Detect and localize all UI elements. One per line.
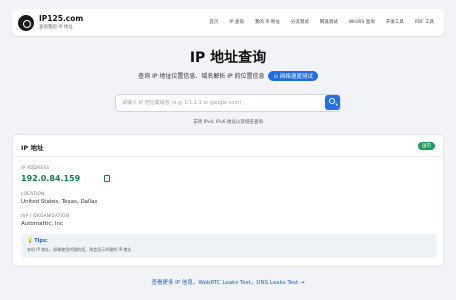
isp-label: ISP / ORGANIZATION <box>21 213 70 218</box>
brand-name[interactable]: IP125.com <box>39 14 83 23</box>
nav-my-ip[interactable]: 我的 IP 地址 <box>255 19 280 25</box>
ip-address-label: IP ADDRESS <box>21 165 50 170</box>
top-navbar: IP125.com 查询我的 IP 地址 首页 IP 查询 我的 IP 地址 分… <box>12 9 444 36</box>
search-box[interactable]: 请输入 IP 地址或域名 (e.g. 1.1.1.1 or google.com… <box>115 94 341 112</box>
logo-icon[interactable] <box>18 15 34 31</box>
card-title: IP 地址 <box>21 144 44 152</box>
nav-speed-test[interactable]: 网速测试 <box>320 19 338 25</box>
tips-text: 本机 IP 地址，如果使用代理的话，则会显示代理的 IP 地址 <box>27 247 132 252</box>
speed-test-button[interactable]: ⊙ 网络速度测试 <box>268 71 318 81</box>
page-subtitle: 查询 IP 地址位置信息、域名解析 IP 的位置信息 ⊙ 网络速度测试 <box>0 71 456 81</box>
search-button[interactable] <box>325 95 340 110</box>
nav-whois[interactable]: WHOIS 查询 <box>349 19 375 25</box>
search-input[interactable]: 请输入 IP 地址或域名 (e.g. 1.1.1.1 or google.com… <box>122 99 241 106</box>
nav-pdf-tools[interactable]: PDF 工具 <box>415 19 434 25</box>
nav-ip-lookup[interactable]: IP 查询 <box>229 19 243 25</box>
search-hint: 支持 IPv4, IPv6 地址以及域名查询 <box>193 120 263 125</box>
copy-icon[interactable] <box>104 175 110 182</box>
nav-split-test[interactable]: 分流测试 <box>291 19 309 25</box>
tips-title: Tips: <box>27 238 48 244</box>
nav-dev-tools[interactable]: 开发工具 <box>386 19 404 25</box>
subtitle-text: 查询 IP 地址位置信息、域名解析 IP 的位置信息 <box>138 73 265 80</box>
location-value: United States, Texas, Dallas <box>21 199 98 205</box>
region-badge: 国内 <box>418 142 435 150</box>
page-title: IP 地址查询 <box>189 50 267 66</box>
ip-address-value: 192.0.84.159 <box>21 174 81 183</box>
search-icon <box>329 98 335 104</box>
main-nav: 首页 IP 查询 我的 IP 地址 分流测试 网速测试 WHOIS 查询 开发工… <box>209 19 434 25</box>
isp-value: Automattic, Inc <box>21 221 63 227</box>
more-info-link[interactable]: 查看更多 IP 信息，WebRTC Leaks Test，DNS Leaks T… <box>0 278 456 286</box>
card-header: IP 地址 国内 <box>13 135 443 157</box>
tips-box: Tips: 本机 IP 地址，如果使用代理的话，则会显示代理的 IP 地址 <box>21 234 437 258</box>
ip-result-card: IP 地址 国内 IP ADDRESS 192.0.84.159 LOCATIO… <box>12 134 444 267</box>
location-label: LOCATION <box>21 191 45 196</box>
nav-home[interactable]: 首页 <box>209 19 218 25</box>
brand-tagline: 查询我的 IP 地址 <box>39 25 73 30</box>
